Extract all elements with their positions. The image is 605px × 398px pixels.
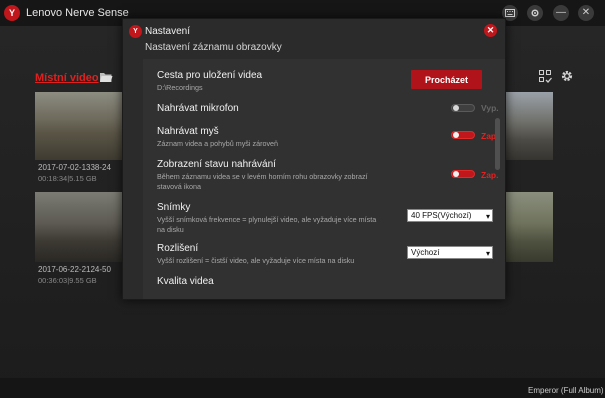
quality-setting: Kvalita videa xyxy=(157,275,487,288)
bottom-bar xyxy=(0,378,605,398)
mouse-setting: Nahrávat myš Záznam videa a pohybů myši … xyxy=(157,125,487,149)
mouse-title: Nahrávat myš xyxy=(157,126,219,137)
video-caption: 2017-07-02-1338-24 00:18:34|5.15 GB xyxy=(38,162,111,184)
dialog-logo-icon: Y xyxy=(129,25,142,38)
dialog-header: Y Nastavení ✕ Nastavení záznamu obrazovk… xyxy=(123,19,505,57)
microphone-title: Nahrávat mikrofon xyxy=(157,103,239,114)
video-meta: 00:18:34|5.15 GB xyxy=(38,174,97,183)
toggle-knob xyxy=(453,171,459,177)
framerate-selected: 40 FPS(Výchozí) xyxy=(411,211,472,220)
chevron-down-icon: ▾ xyxy=(485,212,490,221)
settings-icon[interactable] xyxy=(527,5,543,21)
resolution-desc: Vyšší rozlišení = čistší video, ale vyža… xyxy=(157,256,355,265)
microphone-setting: Nahrávat mikrofon xyxy=(157,102,487,115)
browse-button[interactable]: Procházet xyxy=(411,70,482,89)
status-display-setting: Zobrazení stavu nahrávání Během záznamu … xyxy=(157,158,487,192)
dialog-subtitle: Nastavení záznamu obrazovky xyxy=(145,42,282,53)
resolution-selected: Výchozí xyxy=(411,248,440,257)
microphone-state: Vyp. xyxy=(481,103,499,113)
microphone-toggle[interactable] xyxy=(451,104,475,112)
view-grid-icon[interactable] xyxy=(539,70,552,83)
mouse-desc: Záznam videa a pohybů myši zároveň xyxy=(157,139,279,148)
settings-scrollbar[interactable] xyxy=(495,118,500,170)
framerate-select[interactable]: 40 FPS(Výchozí) ▾ xyxy=(407,209,493,222)
status-display-desc: Během záznamu videa se v levém horním ro… xyxy=(157,172,368,191)
mouse-toggle[interactable] xyxy=(451,131,475,139)
minimize-button[interactable]: — xyxy=(553,5,569,21)
app-logo-icon: Y xyxy=(4,5,20,21)
status-display-state: Zap. xyxy=(481,170,499,180)
video-thumbnail[interactable] xyxy=(505,192,553,262)
local-video-tab[interactable]: Místní video xyxy=(35,72,99,84)
quality-title: Kvalita videa xyxy=(157,276,214,287)
dialog-close-button[interactable]: ✕ xyxy=(484,24,497,37)
status-display-title: Zobrazení stavu nahrávání xyxy=(157,159,276,170)
toggle-knob xyxy=(453,132,459,138)
app-title: Lenovo Nerve Sense xyxy=(26,7,129,19)
gear-icon[interactable] xyxy=(560,69,574,83)
status-display-toggle[interactable] xyxy=(451,170,475,178)
video-title: 2017-06-22-2124-50 xyxy=(38,265,111,274)
video-thumbnail[interactable] xyxy=(505,92,553,160)
resolution-select[interactable]: Výchozí ▾ xyxy=(407,246,493,259)
framerate-desc: Vyšší snímková frekvence = plynulejší vi… xyxy=(157,215,377,234)
video-thumbnail[interactable] xyxy=(35,92,123,160)
video-caption: 2017-06-22-2124-50 00:36:03|9.55 GB xyxy=(38,264,111,286)
video-thumbnail[interactable] xyxy=(35,192,123,262)
video-meta: 00:36:03|9.55 GB xyxy=(38,276,97,285)
footer-text: Emperor (Full Album) xyxy=(528,386,604,395)
folder-icon[interactable] xyxy=(99,71,113,83)
dialog-title: Nastavení xyxy=(145,26,191,37)
settings-dialog: Y Nastavení ✕ Nastavení záznamu obrazovk… xyxy=(122,18,506,300)
close-button[interactable]: ✕ xyxy=(578,5,594,21)
toggle-knob xyxy=(453,105,459,111)
chevron-down-icon: ▾ xyxy=(485,249,490,258)
settings-panel: Cesta pro uložení videa D:\Recordings Pr… xyxy=(143,59,505,299)
video-title: 2017-07-02-1338-24 xyxy=(38,163,111,172)
